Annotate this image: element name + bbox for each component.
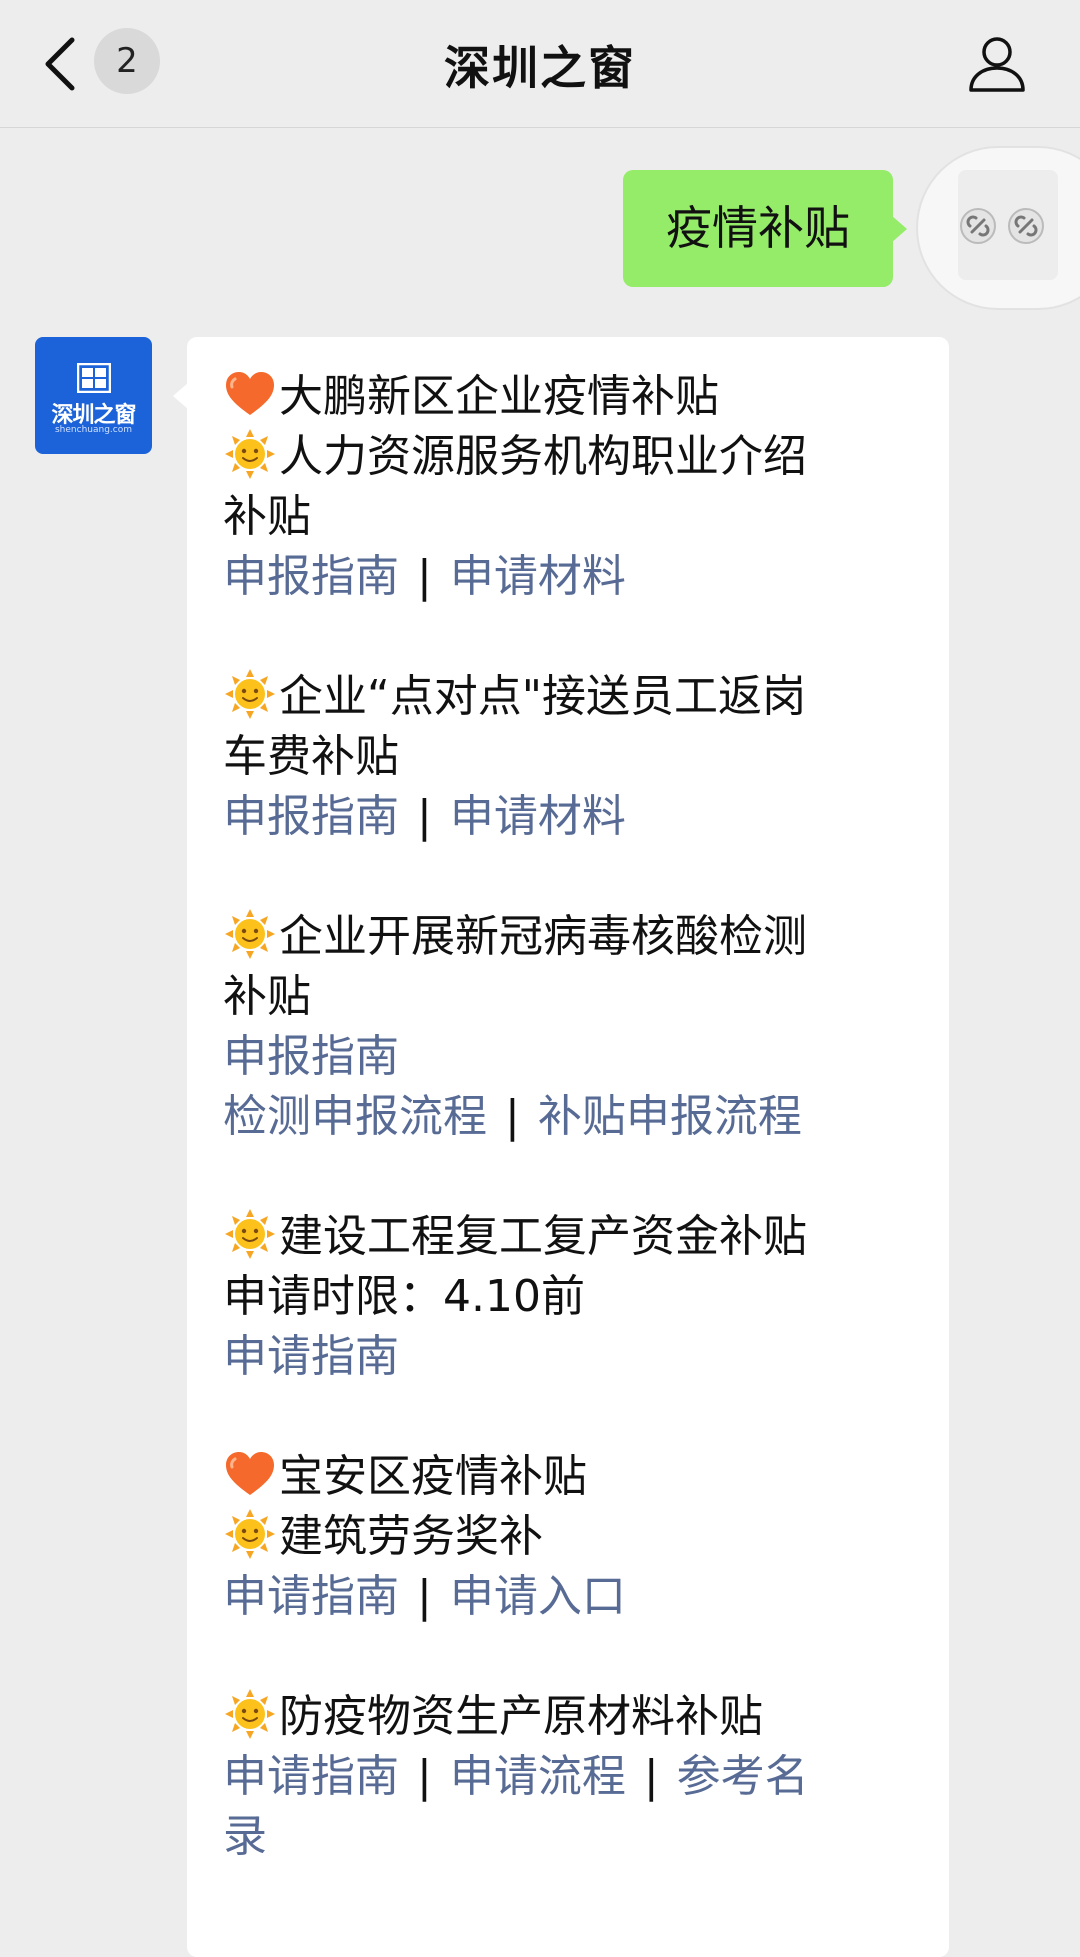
separator: | <box>417 1751 432 1802</box>
subsidy-item: 企业开展新冠病毒核酸检测 <box>279 911 807 962</box>
section-heading-line: 大鹏新区企业疫情补贴 <box>223 367 923 427</box>
application-guide-link[interactable]: 申请指南 <box>223 1751 399 1802</box>
links-line: 申报指南 | 申请材料 <box>223 547 923 607</box>
floating-link-widget[interactable] <box>918 148 1080 308</box>
subsidy-item-cont: 补贴 <box>223 971 311 1022</box>
declare-guide-link[interactable]: 申报指南 <box>223 551 399 602</box>
reference-list-link[interactable]: 参考名 <box>677 1751 809 1802</box>
separator: | <box>417 551 432 602</box>
application-materials-link[interactable]: 申请材料 <box>450 551 626 602</box>
sun-with-face-icon <box>225 429 275 479</box>
orange-heart-icon <box>226 372 274 415</box>
subsidy-item: 建设工程复工复产资金补贴 <box>279 1211 807 1262</box>
section-gap <box>223 847 923 907</box>
subsidy-item: 人力资源服务机构职业介绍 <box>279 431 807 482</box>
section-gap <box>223 1627 923 1687</box>
subsidy-item: 防疫物资生产原材料补贴 <box>279 1691 763 1742</box>
sun-with-face-icon <box>225 909 275 959</box>
reference-list-link-cont[interactable]: 录 <box>223 1811 267 1862</box>
section-heading-line: 宝安区疫情补贴 <box>223 1447 923 1507</box>
subsidy-item-line: 人力资源服务机构职业介绍 <box>223 427 923 487</box>
application-flow-link[interactable]: 申请流程 <box>450 1751 626 1802</box>
links-line: 申请指南 <box>223 1327 923 1387</box>
links-line: 申报指南 <box>223 1027 923 1087</box>
top-bar: 2 深圳之窗 <box>0 0 1080 128</box>
test-declare-flow-link[interactable]: 检测申报流程 <box>223 1091 487 1142</box>
sender-avatar[interactable]: 深圳之窗 shenchuang.com <box>35 337 152 454</box>
separator: | <box>417 791 432 842</box>
section-heading: 宝安区疫情补贴 <box>279 1451 587 1502</box>
section-gap <box>223 1147 923 1207</box>
subsidy-item-cont: 补贴 <box>223 491 311 542</box>
declare-guide-link[interactable]: 申报指南 <box>223 1031 399 1082</box>
sun-with-face-icon <box>225 1509 275 1559</box>
subsidy-item: 企业“点对点"接送员工返岗 <box>279 671 807 722</box>
separator: | <box>505 1091 520 1142</box>
subsidy-item-line: 企业开展新冠病毒核酸检测 <box>223 907 923 967</box>
application-materials-link[interactable]: 申请材料 <box>450 791 626 842</box>
window-logo-icon <box>77 363 111 393</box>
links-line: 检测申报流程 | 补贴申报流程 <box>223 1087 923 1147</box>
subsidy-item-line: 建筑劳务奖补 <box>223 1507 923 1567</box>
subsidy-declare-flow-link[interactable]: 补贴申报流程 <box>538 1091 802 1142</box>
links-line: 申请指南 | 申请流程 | 参考名 <box>223 1747 923 1807</box>
person-icon <box>969 37 1025 92</box>
section-gap <box>223 607 923 667</box>
section-heading: 大鹏新区企业疫情补贴 <box>279 371 719 422</box>
links-line: 申请指南 | 申请入口 <box>223 1567 923 1627</box>
sun-with-face-icon <box>225 1689 275 1739</box>
application-guide-link[interactable]: 申请指南 <box>223 1331 399 1382</box>
declare-guide-link[interactable]: 申报指南 <box>223 791 399 842</box>
chat-title: 深圳之窗 <box>444 41 636 95</box>
message-content: 大鹏新区企业疫情补贴 人力资源服务机构职业介绍 补贴 申报指南 | 申请材料 企… <box>223 367 923 1867</box>
sun-with-face-icon <box>225 669 275 719</box>
deadline-text: 申请时限：4.10前 <box>223 1271 585 1322</box>
incoming-message-bubble[interactable]: 大鹏新区企业疫情补贴 人力资源服务机构职业介绍 补贴 申报指南 | 申请材料 企… <box>173 337 949 1957</box>
links-line: 申报指南 | 申请材料 <box>223 787 923 847</box>
subsidy-item-line: 企业“点对点"接送员工返岗 <box>223 667 923 727</box>
link-icon <box>960 208 1044 244</box>
subsidy-item-line: 建设工程复工复产资金补贴 <box>223 1207 923 1267</box>
subsidy-item-line: 防疫物资生产原材料补贴 <box>223 1687 923 1747</box>
application-entry-link[interactable]: 申请入口 <box>450 1571 626 1622</box>
outgoing-message-bubble[interactable]: 疫情补贴 <box>623 170 907 287</box>
separator: | <box>643 1751 659 1802</box>
subsidy-item-cont: 车费补贴 <box>223 731 399 782</box>
section-gap <box>223 1387 923 1447</box>
avatar-domain-text: shenchuang.com <box>54 425 132 435</box>
orange-heart-icon <box>226 1452 274 1495</box>
separator: | <box>417 1571 432 1622</box>
application-guide-link[interactable]: 申请指南 <box>223 1571 399 1622</box>
links-line: 录 <box>223 1807 923 1867</box>
sun-with-face-icon <box>225 1209 275 1259</box>
profile-button[interactable] <box>966 32 1028 94</box>
subsidy-item: 建筑劳务奖补 <box>279 1511 543 1562</box>
